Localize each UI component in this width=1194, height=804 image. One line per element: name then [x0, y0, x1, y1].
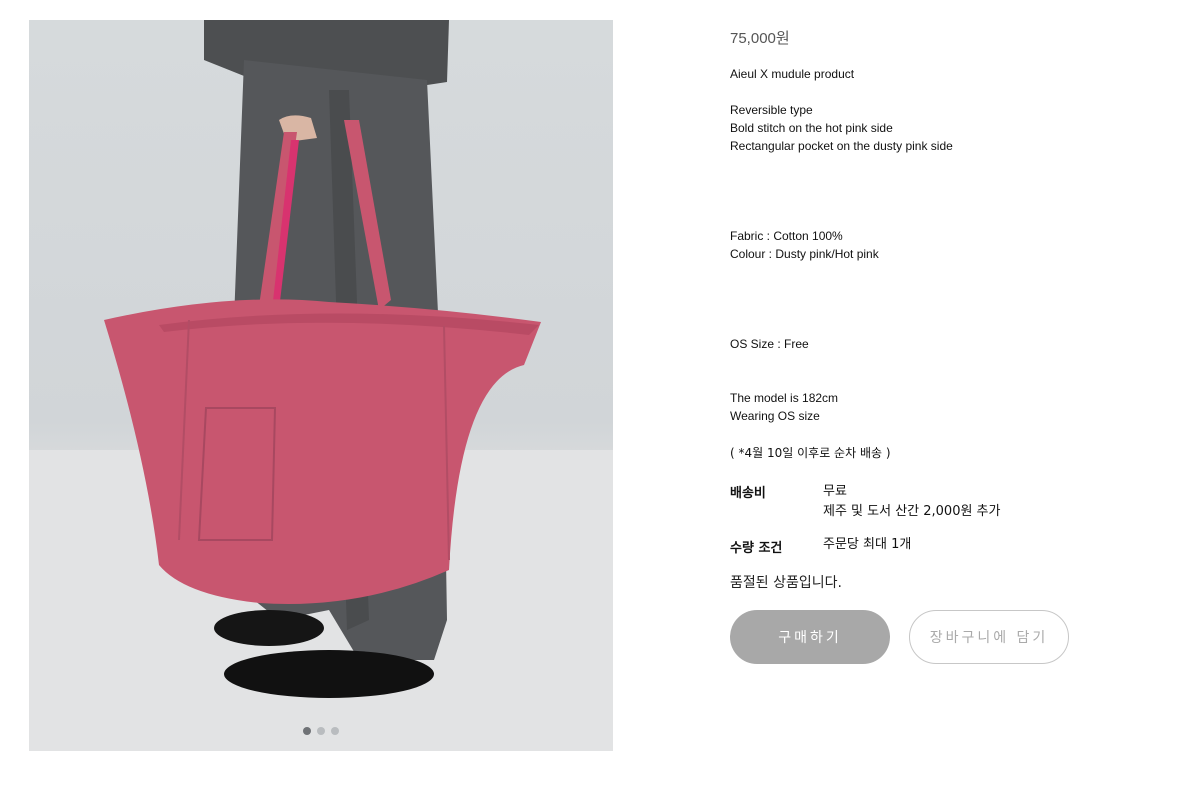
- product-photo: [29, 20, 613, 751]
- description-line: Rectangular pocket on the dusty pink sid…: [730, 139, 953, 153]
- description-line: Fabric : Cotton 100%: [730, 229, 843, 243]
- sold-out-message: 품절된 상품입니다.: [730, 575, 842, 591]
- add-to-cart-button[interactable]: 장바구니에 담기: [909, 610, 1069, 664]
- description-line: Bold stitch on the hot pink side: [730, 121, 893, 135]
- slide-dot-3[interactable]: [331, 727, 339, 735]
- description-line: Colour : Dusty pink/Hot pink: [730, 247, 879, 261]
- slide-indicators: [29, 727, 613, 735]
- product-image-gallery[interactable]: [29, 20, 613, 751]
- slide-dot-1[interactable]: [303, 727, 311, 735]
- description-line: Reversible type: [730, 103, 813, 117]
- description-line: Wearing OS size: [730, 409, 820, 423]
- slide-dot-2[interactable]: [317, 727, 325, 735]
- shipping-fee-label: 배송비: [730, 486, 766, 501]
- description-line: OS Size : Free: [730, 337, 809, 351]
- buy-button[interactable]: 구매하기: [730, 610, 890, 664]
- quantity-condition-value: 주문당 최대 1개: [823, 537, 912, 552]
- shipping-fee-values: 무료 제주 및 도서 산간 2,000원 추가: [823, 482, 1000, 522]
- description-line: The model is 182cm: [730, 391, 839, 405]
- shipping-notice: ( *4월 10일 이후로 순차 배송 ): [730, 446, 891, 460]
- shipping-fee-extra: 제주 및 도서 산간 2,000원 추가: [823, 504, 1001, 519]
- description-line: Aieul X mudule product: [730, 67, 855, 81]
- product-price: 75,000원: [730, 30, 790, 47]
- quantity-condition-label: 수량 조건: [730, 541, 783, 556]
- shipping-fee-value: 무료: [823, 484, 847, 499]
